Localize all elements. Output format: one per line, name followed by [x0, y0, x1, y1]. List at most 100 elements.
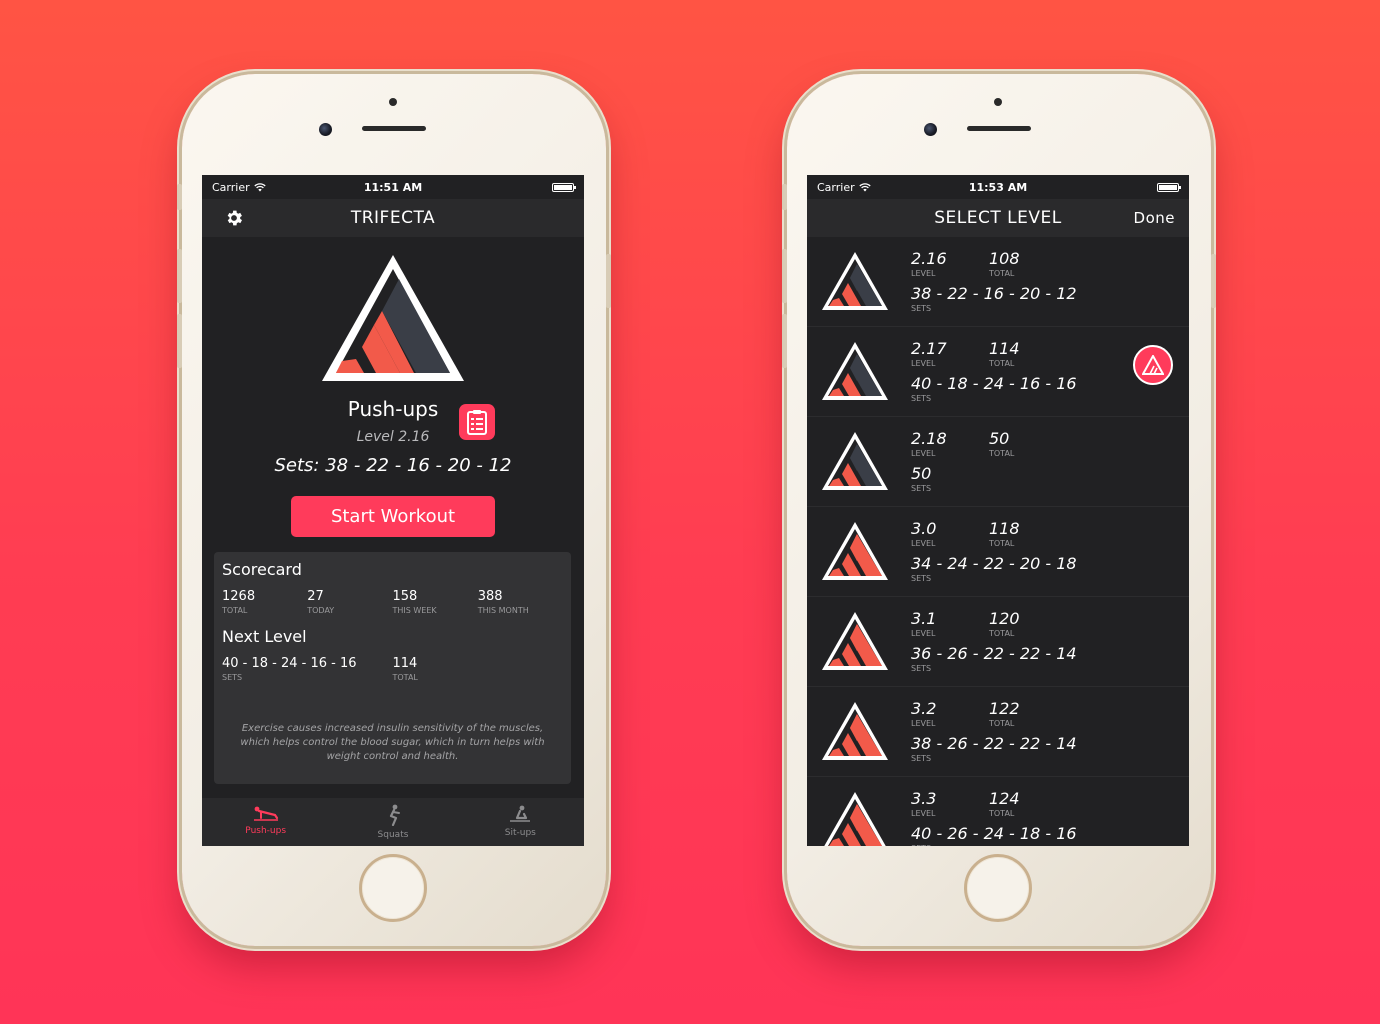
next-level-total: 114 TOTAL: [393, 656, 564, 682]
stat-today: 27 TODAY: [307, 589, 392, 615]
power-button: [606, 254, 611, 308]
level-total: 122 TOTAL: [989, 699, 1067, 728]
volume-up-button: [782, 249, 787, 303]
total-value: 118: [989, 519, 1020, 538]
nav-bar: TRIFECTA: [202, 199, 584, 237]
tab-sit-ups[interactable]: Sit-ups: [457, 798, 584, 846]
carrier: Carrier: [817, 181, 871, 194]
level-sets: 40 - 18 - 24 - 16 - 16 SETS: [911, 374, 1077, 403]
exercise-name: Push-ups: [347, 397, 439, 421]
tab-label: Sit-ups: [504, 828, 536, 838]
status-bar: Carrier 11:51 AM: [202, 175, 584, 199]
level-triangle-icon: [822, 252, 888, 310]
next-level-stats: 40 - 18 - 24 - 16 - 16 SETS 114 TOTAL: [222, 656, 563, 682]
tab-bar: Push-ups Squats Sit-ups: [202, 798, 584, 846]
level-total: 114 TOTAL: [989, 339, 1067, 368]
level-row[interactable]: 3.2 LEVEL 122 TOTAL 38 - 26 - 22 - 22 - 14…: [807, 687, 1189, 777]
scorecard-card: Scorecard 1268 TOTAL 27 TODAY 158 THIS WEEK…: [214, 552, 571, 784]
level-triangle-icon: [822, 432, 888, 490]
exercise-sets: Sets: 38 - 22 - 16 - 20 - 12: [274, 455, 512, 476]
stat-label: THIS MONTH: [477, 606, 529, 615]
level-triangle-icon: [822, 342, 888, 400]
earpiece-speaker: [967, 126, 1031, 131]
front-camera: [319, 123, 332, 136]
level-label: LEVEL: [911, 449, 936, 458]
total-value: 50: [989, 429, 1010, 448]
level-row[interactable]: 2.18 LEVEL 50 TOTAL 50 SETS: [807, 417, 1189, 507]
select-level-button[interactable]: [459, 404, 495, 440]
level-number: 3.1 LEVEL: [911, 609, 989, 638]
trifecta-logo-icon: [322, 255, 464, 381]
level-number: 3.3 LEVEL: [911, 789, 989, 818]
status-time: 11:51 AM: [363, 180, 423, 194]
carrier-label: Carrier: [817, 180, 855, 194]
home-button[interactable]: [964, 854, 1032, 922]
situp-icon: [510, 805, 531, 822]
sets-value: 34 - 24 - 22 - 20 - 18: [911, 554, 1077, 573]
level-sets: 34 - 24 - 22 - 20 - 18 SETS: [911, 554, 1077, 583]
level-info: 3.1 LEVEL 120 TOTAL 36 - 26 - 22 - 22 - 14…: [911, 609, 1077, 673]
gear-icon[interactable]: [224, 208, 244, 228]
stat-label: SETS: [222, 673, 243, 682]
level-value: 3.2: [911, 699, 937, 718]
volume-down-button: [177, 314, 182, 368]
volume-down-button: [782, 314, 787, 368]
level-total: 50 TOTAL: [989, 429, 1067, 458]
tab-squats[interactable]: Squats: [329, 798, 456, 846]
motivational-quote: Exercise causes increased insulin sensit…: [240, 723, 545, 762]
level-row[interactable]: 3.3 LEVEL 124 TOTAL 40 - 26 - 24 - 18 - 16…: [807, 777, 1189, 846]
tab-push-ups[interactable]: Push-ups: [202, 798, 329, 846]
pushup-icon: [253, 806, 278, 821]
status-bar: Carrier 11:53 AM: [807, 175, 1189, 199]
status-time: 11:53 AM: [968, 180, 1028, 194]
front-camera: [924, 123, 937, 136]
level-sets: 50 SETS: [911, 464, 1067, 493]
total-label: TOTAL: [989, 809, 1015, 818]
battery-icon: [1157, 182, 1181, 192]
stat-label: THIS WEEK: [392, 606, 437, 615]
level-info: 2.17 LEVEL 114 TOTAL 40 - 18 - 24 - 16 - 1…: [911, 339, 1077, 403]
level-sets: 40 - 26 - 24 - 18 - 16SETS: [911, 824, 1077, 846]
total-label: TOTAL: [989, 359, 1015, 368]
total-label: TOTAL: [989, 719, 1015, 728]
total-value: 108: [989, 249, 1020, 268]
stat-label: TODAY: [307, 606, 335, 615]
level-label: LEVEL: [911, 269, 936, 278]
level-number: 2.17 LEVEL: [911, 339, 989, 368]
stat-label: TOTAL: [392, 673, 418, 682]
level-label: LEVEL: [911, 539, 936, 548]
carrier: Carrier: [212, 181, 266, 194]
level-total: 118 TOTAL: [989, 519, 1067, 548]
level-value: 2.17: [911, 339, 947, 358]
level-value: 3.1: [911, 609, 937, 628]
stat-value: 40 - 18 - 24 - 16 - 16: [222, 656, 357, 671]
phone-right: Carrier 11:53 AM SELECT LEVEL Done 2.16 L…: [782, 74, 1216, 946]
sets-label: SETS: [911, 664, 932, 673]
home-button[interactable]: [359, 854, 427, 922]
total-value: 114: [989, 339, 1020, 358]
select-level-screen: Carrier 11:53 AM SELECT LEVEL Done 2.16 L…: [807, 175, 1189, 846]
sets-value: 50: [911, 464, 932, 483]
level-row[interactable]: 3.0 LEVEL 118 TOTAL 34 - 24 - 22 - 20 - 18…: [807, 507, 1189, 597]
level-value: 3.3: [911, 789, 937, 808]
level-number: 2.18 LEVEL: [911, 429, 989, 458]
proximity-sensor: [994, 98, 1002, 106]
level-row[interactable]: 3.1 LEVEL 120 TOTAL 36 - 26 - 22 - 22 - 14…: [807, 597, 1189, 687]
level-sets: 38 - 26 - 22 - 22 - 14 SETS: [911, 734, 1077, 763]
level-value: 2.16: [911, 249, 947, 268]
level-row[interactable]: 2.17 LEVEL 114 TOTAL 40 - 18 - 24 - 16 - 1…: [807, 327, 1189, 417]
stat-label: TOTAL: [222, 606, 248, 615]
sets-value: 40 - 26 - 24 - 18 - 16: [911, 824, 1077, 843]
level-sets: 38 - 22 - 16 - 20 - 12 SETS: [911, 284, 1077, 313]
volume-up-button: [177, 249, 182, 303]
start-workout-button[interactable]: Start Workout: [291, 496, 495, 537]
next-level-sets: 40 - 18 - 24 - 16 - 16 SETS: [222, 656, 393, 682]
done-button[interactable]: Done: [1134, 209, 1175, 227]
wifi-icon: [858, 182, 871, 191]
total-label: TOTAL: [989, 269, 1015, 278]
proximity-sensor: [389, 98, 397, 106]
level-row[interactable]: 2.16 LEVEL 108 TOTAL 38 - 22 - 16 - 20 - 1…: [807, 237, 1189, 327]
home-screen: Carrier 11:51 AM TRIFECTA Push-ups Level…: [202, 175, 584, 846]
level-info: 2.18 LEVEL 50 TOTAL 50 SETS: [911, 429, 1067, 493]
level-label: LEVEL: [911, 629, 936, 638]
